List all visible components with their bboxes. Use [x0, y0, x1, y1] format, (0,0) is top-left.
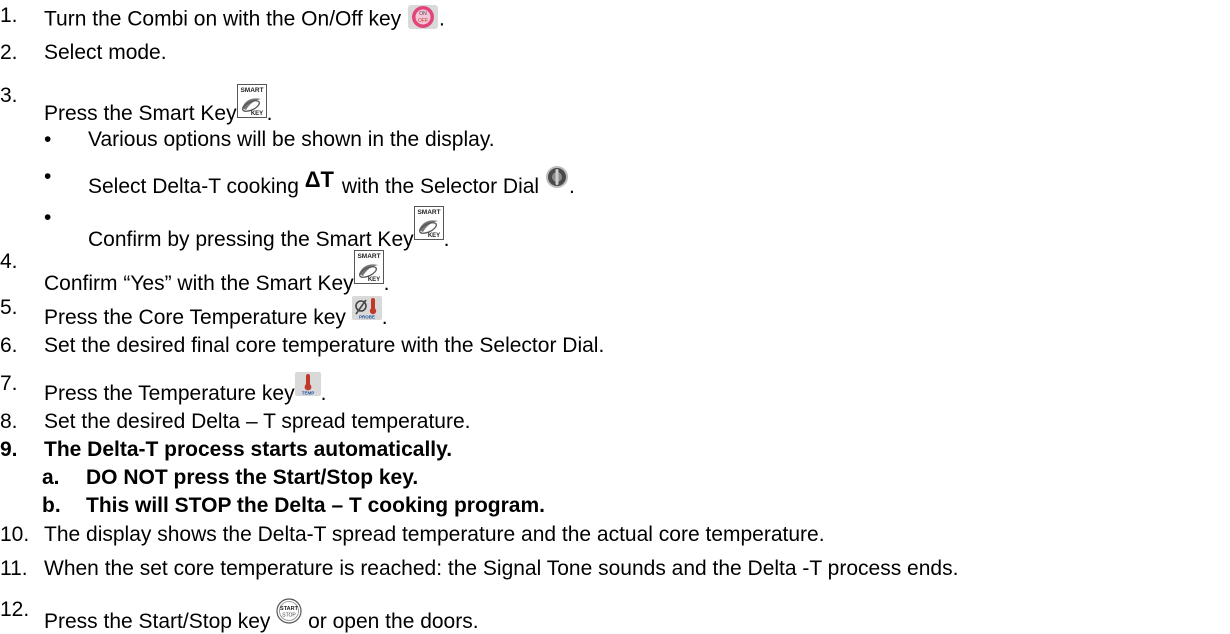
- core-temperature-key-icon: PROBE: [351, 296, 382, 326]
- selector-dial-icon: [545, 165, 569, 195]
- start-stop-key-icon: START STOP: [276, 598, 302, 630]
- step-text: Set the desired Delta – T spread tempera…: [44, 410, 471, 433]
- on-off-key-icon: ON OFF: [407, 4, 439, 36]
- svg-text:SMART: SMART: [417, 209, 440, 216]
- temperature-key-icon: TEMP: [294, 372, 321, 402]
- sub-text: This will STOP the Delta – T cooking pro…: [86, 494, 545, 517]
- sub-letter: b.: [42, 494, 61, 517]
- step-number: 12.: [0, 598, 30, 621]
- step-text: Press the Temperature key: [44, 382, 295, 405]
- step-text: Select mode.: [44, 41, 167, 64]
- step-number: 2.: [0, 41, 18, 64]
- sub-letter: a.: [42, 466, 60, 489]
- step-text: Press the Smart Key: [44, 102, 237, 125]
- svg-text:SMART: SMART: [240, 87, 263, 94]
- svg-text:STOP: STOP: [283, 613, 297, 619]
- step-number: 10.: [0, 523, 30, 546]
- step-text: Set the desired final core temperature w…: [44, 334, 605, 357]
- delta-t-symbol: ΔT: [304, 167, 334, 192]
- svg-text:PROBE: PROBE: [359, 315, 375, 320]
- bullet-dot: •: [44, 206, 52, 229]
- bullet-dot: •: [44, 165, 52, 188]
- svg-text:TEMP: TEMP: [301, 391, 314, 396]
- step-number: 9.: [0, 438, 18, 461]
- bullet-dot: •: [44, 128, 52, 151]
- step-text: Confirm “Yes” with the Smart Key: [44, 272, 354, 295]
- step-number: 6.: [0, 334, 18, 357]
- step-number: 11.: [0, 557, 28, 580]
- svg-text:START: START: [280, 606, 299, 612]
- step-number: 3.: [0, 84, 18, 107]
- svg-text:KEY: KEY: [250, 111, 262, 117]
- step-number: 7.: [0, 372, 18, 395]
- step-number: 1.: [0, 4, 18, 27]
- svg-text:KEY: KEY: [427, 233, 439, 239]
- smart-key-icon: SMART KEY: [236, 84, 267, 124]
- step-number: 8.: [0, 410, 18, 433]
- step-text: The display shows the Delta-T spread tem…: [44, 523, 825, 546]
- svg-text:KEY: KEY: [368, 277, 380, 283]
- sub-text: DO NOT press the Start/Stop key.: [86, 466, 419, 489]
- smart-key-icon: SMART KEY: [413, 206, 444, 246]
- svg-text:SMART: SMART: [357, 253, 380, 260]
- step-text: The Delta-T process starts automatically…: [44, 438, 453, 461]
- step-text: When the set core temperature is reached…: [44, 557, 959, 580]
- step-text: Press the Start/Stop key: [44, 610, 271, 633]
- svg-text:OFF: OFF: [418, 18, 428, 24]
- bullet-text: Various options will be shown in the dis…: [88, 128, 495, 151]
- svg-text:ON: ON: [419, 11, 427, 17]
- step-text: Press the Core Temperature key: [44, 306, 346, 329]
- step-text: Turn the Combi on with the On/Off key: [44, 7, 402, 31]
- step-number: 5.: [0, 296, 18, 319]
- bullet-text: Select Delta-T cooking: [88, 175, 299, 198]
- step-number: 4.: [0, 250, 18, 273]
- bullet-text: Confirm by pressing the Smart Key: [88, 228, 414, 251]
- smart-key-icon: SMART KEY: [353, 250, 384, 290]
